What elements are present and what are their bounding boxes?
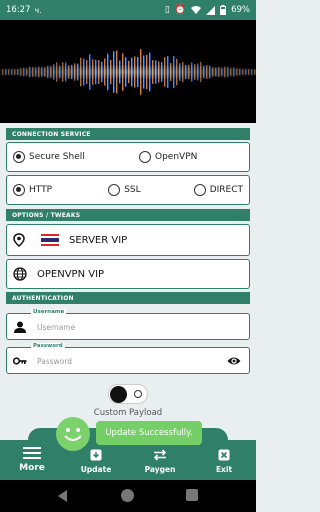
- nav-more[interactable]: More: [8, 446, 56, 473]
- battery-icon: [220, 5, 227, 15]
- thailand-flag-icon: [41, 234, 59, 246]
- nav-paygen[interactable]: Paygen: [136, 448, 184, 474]
- radio-dot-selected: [13, 184, 25, 196]
- section-options-tweaks: OPTIONS / TWEAKS: [6, 209, 250, 221]
- menu-icon: [8, 446, 56, 460]
- protocol-selector: HTTP SSL DIRECT: [6, 175, 250, 205]
- signal-icon: [206, 5, 216, 15]
- radio-label: DIRECT: [209, 185, 243, 195]
- smiley-icon: [56, 417, 90, 451]
- radio-dot: [193, 184, 206, 196]
- nav-more-label: More: [19, 463, 45, 473]
- section-authentication: AUTHENTICATION: [6, 292, 250, 304]
- radio-label: OpenVPN: [155, 152, 198, 162]
- wifi-icon: [191, 5, 202, 14]
- server-selector[interactable]: SERVER VIP: [6, 224, 250, 256]
- status-bar: 16:27 ч. ▯ ⏰ 69%: [0, 0, 256, 20]
- radio-dot-selected: [13, 151, 25, 163]
- system-nav-bar: [0, 480, 256, 512]
- service-selector: Secure Shell OpenVPN: [6, 142, 250, 172]
- server-name: SERVER VIP: [69, 234, 128, 246]
- location-pin-icon: [13, 233, 25, 247]
- person-icon: [14, 321, 26, 333]
- password-input[interactable]: Password: [37, 357, 72, 366]
- username-field[interactable]: Username Username: [6, 309, 250, 340]
- radio-ssl[interactable]: SSL: [108, 184, 193, 196]
- toast-message: Update Successfully.: [96, 421, 202, 445]
- home-icon[interactable]: [121, 489, 134, 502]
- openvpn-name: OPENVPN VIP: [37, 268, 105, 280]
- nav-paygen-label: Paygen: [144, 465, 176, 474]
- radio-dot: [139, 151, 151, 163]
- soundwave-graphic: [0, 20, 256, 123]
- vibrate-icon: ▯: [164, 5, 170, 15]
- custom-payload-label: Custom Payload: [93, 408, 163, 418]
- battery-percent: 69%: [231, 5, 250, 15]
- nav-exit[interactable]: Exit: [200, 448, 248, 474]
- radio-direct[interactable]: DIRECT: [193, 184, 243, 196]
- password-field[interactable]: Password Password: [6, 343, 250, 374]
- alarm-icon: ⏰: [174, 5, 187, 15]
- bottom-nav: More Update Paygen Exit: [0, 428, 256, 480]
- status-icons: ▯ ⏰ 69%: [165, 5, 250, 15]
- carrier-glyph: ч.: [34, 5, 42, 15]
- eye-icon[interactable]: [227, 355, 241, 367]
- radio-dot: [108, 184, 121, 196]
- nav-update[interactable]: Update: [72, 448, 120, 474]
- radio-openvpn[interactable]: OpenVPN: [139, 151, 197, 163]
- section-connection-service: CONNECTION SERVICE: [6, 128, 250, 140]
- username-label: Username: [31, 309, 67, 315]
- toggle-knob: [110, 386, 127, 403]
- status-time: 16:27: [6, 5, 31, 15]
- username-input[interactable]: Username: [37, 323, 75, 332]
- swap-icon: [136, 448, 184, 462]
- radio-label: Secure Shell: [29, 152, 85, 162]
- globe-icon: [13, 267, 27, 281]
- nav-exit-label: Exit: [215, 465, 233, 474]
- radio-label: HTTP: [29, 185, 53, 195]
- recents-icon[interactable]: [186, 489, 198, 501]
- openvpn-selector[interactable]: OPENVPN VIP: [6, 259, 250, 289]
- custom-payload-toggle[interactable]: [108, 384, 148, 404]
- radio-label: SSL: [124, 185, 141, 195]
- radio-secure-shell[interactable]: Secure Shell: [13, 151, 139, 163]
- toggle-off-icon: [134, 390, 142, 398]
- close-icon: [200, 448, 248, 462]
- nav-update-label: Update: [80, 465, 112, 474]
- back-icon[interactable]: [58, 490, 67, 502]
- radio-http[interactable]: HTTP: [13, 184, 108, 196]
- password-label: Password: [31, 343, 65, 349]
- soundwave-banner: [0, 20, 256, 123]
- key-icon: [13, 357, 27, 365]
